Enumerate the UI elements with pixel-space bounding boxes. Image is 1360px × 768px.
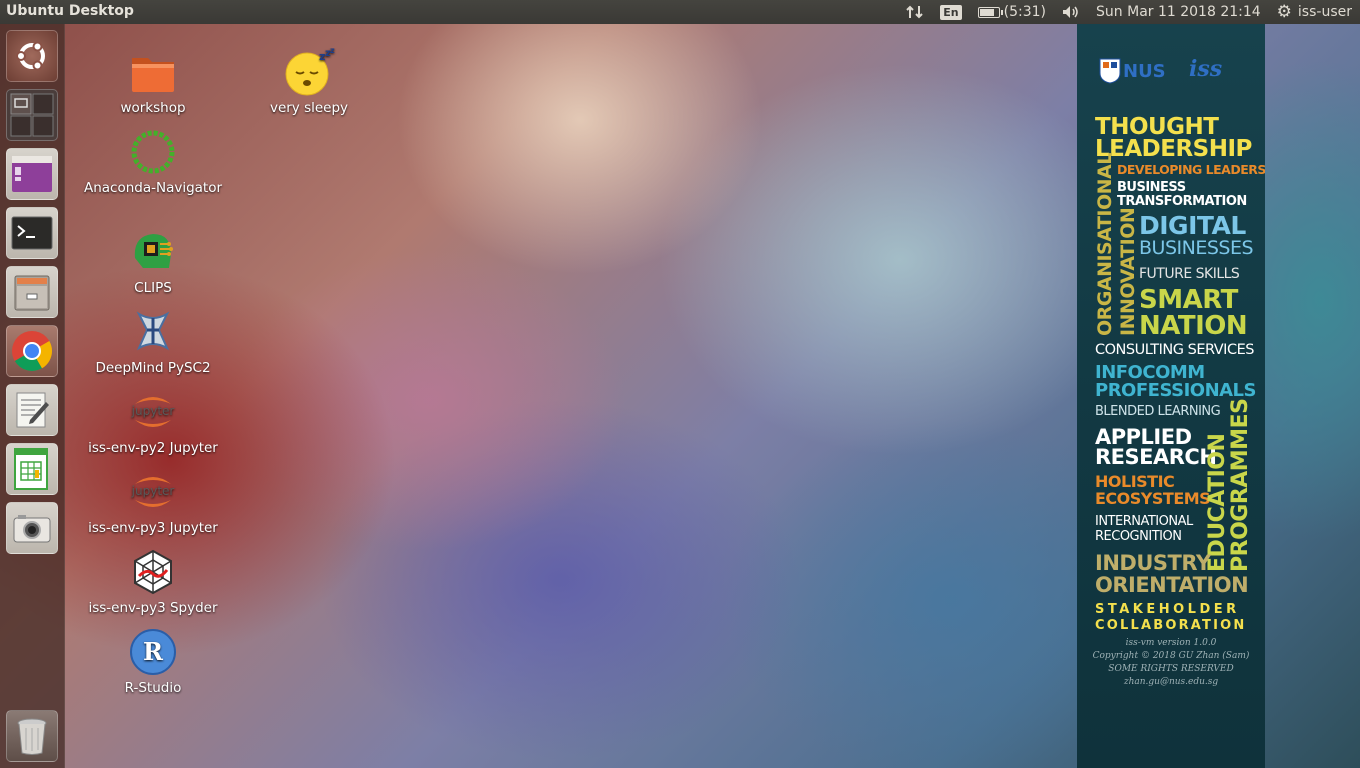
svg-text:z: z: [330, 48, 335, 55]
ubuntu-logo-icon: [16, 41, 45, 71]
banner-organisational: ORGANISATIONAL: [1094, 153, 1116, 336]
clock-indicator[interactable]: Sun Mar 11 2018 21:14: [1088, 0, 1269, 24]
anaconda-icon: [129, 128, 177, 176]
rstudio-icon: R: [129, 628, 177, 676]
desktop-icon-label: iss-env-py3 Spyder: [88, 600, 218, 616]
banner-programmes: PROGRAMMES: [1228, 398, 1253, 572]
text-editor-icon: [16, 392, 49, 428]
indicator-area: En (5:31) Sun Mar 11 2018 21:14 ⚙ iss-us…: [898, 0, 1360, 24]
chrome-icon: [12, 331, 52, 371]
starcraft-icon: [129, 308, 177, 356]
keyboard-layout-badge: En: [940, 4, 962, 20]
banner-collaboration: COLLABORATION: [1095, 618, 1247, 633]
svg-text:R: R: [143, 637, 164, 666]
launcher: [0, 24, 65, 768]
workspace-switcher-icon: [10, 93, 54, 137]
camera-icon: [13, 515, 51, 543]
banner-email: zhan.gu@nus.edu.sg: [1123, 677, 1219, 687]
desktop-icon-label: very sleepy: [269, 100, 349, 116]
banner-recognition: RECOGNITION: [1095, 529, 1182, 544]
desktop-icon-jupyter-py3[interactable]: jupyter iss-env-py3 Jupyter: [78, 468, 228, 537]
software-center-button[interactable]: [6, 148, 58, 200]
terminal-icon: [11, 216, 53, 250]
banner-future-skills: FUTURE SKILLS: [1139, 266, 1240, 282]
network-indicator[interactable]: [898, 0, 932, 24]
svg-text:jupyter: jupyter: [131, 484, 175, 498]
datetime: Sun Mar 11 2018 21:14: [1096, 4, 1261, 20]
banner-copyright: Copyright © 2018 GU Zhan (Sam): [1092, 651, 1250, 661]
banner-ecosystems: ECOSYSTEMS: [1095, 489, 1211, 508]
battery-time: (5:31): [1003, 4, 1047, 20]
nus-crest-icon: [1099, 58, 1121, 84]
banner-businesses: BUSINESSES: [1139, 237, 1254, 259]
desktop-icon-very-sleepy[interactable]: z z z very sleepy: [234, 46, 384, 117]
desktop-icon-label: R-Studio: [124, 680, 182, 696]
banner-blended: BLENDED LEARNING: [1095, 404, 1221, 419]
banner-digital: DIGITAL: [1139, 211, 1246, 240]
desktop-icon-label: DeepMind PySC2: [95, 360, 211, 376]
desktop-icon-label: iss-env-py2 Jupyter: [88, 440, 218, 456]
sound-indicator[interactable]: [1054, 0, 1088, 24]
iss-logo: iss: [1189, 56, 1223, 82]
trash-icon: [17, 718, 47, 755]
chrome-button[interactable]: [6, 325, 58, 377]
trash-button[interactable]: [6, 710, 58, 762]
top-panel: Ubuntu Desktop En (5:31) Sun Mar 11 2018…: [0, 0, 1360, 24]
banner-innovation: INNOVATION: [1117, 207, 1139, 336]
desktop-icon-label: Anaconda-Navigator: [83, 180, 223, 196]
banner-industry: INDUSTRY: [1095, 551, 1211, 575]
gear-icon: ⚙: [1276, 2, 1292, 22]
desktop-icon-spyder[interactable]: iss-env-py3 Spyder: [78, 548, 228, 617]
banner-consulting: CONSULTING SERVICES: [1095, 342, 1254, 358]
battery-icon: [977, 6, 1003, 18]
spreadsheet-icon: [14, 448, 48, 490]
spreadsheet-button[interactable]: [6, 443, 58, 495]
file-cabinet-icon: [14, 275, 50, 311]
session-indicator[interactable]: ⚙ iss-user: [1269, 0, 1360, 24]
desktop-icon-workshop[interactable]: workshop: [78, 48, 228, 117]
banner-international: INTERNATIONAL: [1095, 514, 1193, 529]
battery-indicator[interactable]: (5:31): [970, 0, 1054, 24]
keyboard-indicator[interactable]: En: [932, 0, 969, 24]
banner-rights: SOME RIGHTS RESERVED: [1108, 664, 1234, 674]
banner-orientation: ORIENTATION: [1095, 573, 1249, 597]
desktop-icon-pysc2[interactable]: DeepMind PySC2: [78, 308, 228, 377]
banner-leadership: LEADERSHIP: [1095, 136, 1252, 162]
desktop-icon-anaconda[interactable]: Anaconda-Navigator: [78, 128, 228, 197]
desktop-icon-jupyter-py2[interactable]: jupyter iss-env-py2 Jupyter: [78, 388, 228, 457]
desktop-icon-label: CLIPS: [134, 280, 172, 296]
ubuntu-dash-button[interactable]: [6, 30, 58, 82]
volume-icon: [1063, 6, 1078, 18]
workspace-switcher-button[interactable]: [6, 89, 58, 141]
banner-transformation: TRANSFORMATION: [1117, 194, 1247, 209]
banner-stakeholder: STAKEHOLDER: [1095, 602, 1240, 617]
files-button[interactable]: [6, 266, 58, 318]
clips-icon: [129, 228, 177, 276]
window-title: Ubuntu Desktop: [6, 3, 134, 19]
text-editor-button[interactable]: [6, 384, 58, 436]
desktop-icon-label: iss-env-py3 Jupyter: [88, 520, 218, 536]
desktop-icon-label: workshop: [120, 100, 186, 116]
sleepy-emoji-icon: z z z: [285, 46, 335, 96]
banner-developing-leaders: DEVELOPING LEADERS: [1117, 162, 1265, 177]
terminal-button[interactable]: [6, 207, 58, 259]
software-window-icon: [12, 156, 52, 192]
network-arrows-icon: [906, 5, 924, 19]
banner-research: RESEARCH: [1095, 445, 1217, 469]
iss-banner: NUS iss THOUGHT LEADERSHIP DEVELOPING LE…: [1077, 24, 1265, 768]
desktop-icon-rstudio[interactable]: R R-Studio: [78, 628, 228, 697]
banner-nation: NATION: [1139, 311, 1248, 341]
jupyter-icon: jupyter: [129, 388, 177, 436]
nus-logo: NUS: [1099, 58, 1166, 84]
camera-button[interactable]: [6, 502, 58, 554]
desktop-icon-clips[interactable]: CLIPS: [78, 228, 228, 297]
spyder-icon: [129, 548, 177, 596]
banner-version: iss-vm version 1.0.0: [1125, 638, 1217, 648]
user-name: iss-user: [1297, 4, 1352, 20]
svg-text:jupyter: jupyter: [131, 404, 175, 418]
jupyter-icon: jupyter: [129, 468, 177, 516]
folder-icon: [129, 48, 177, 96]
banner-business: BUSINESS: [1117, 180, 1186, 195]
